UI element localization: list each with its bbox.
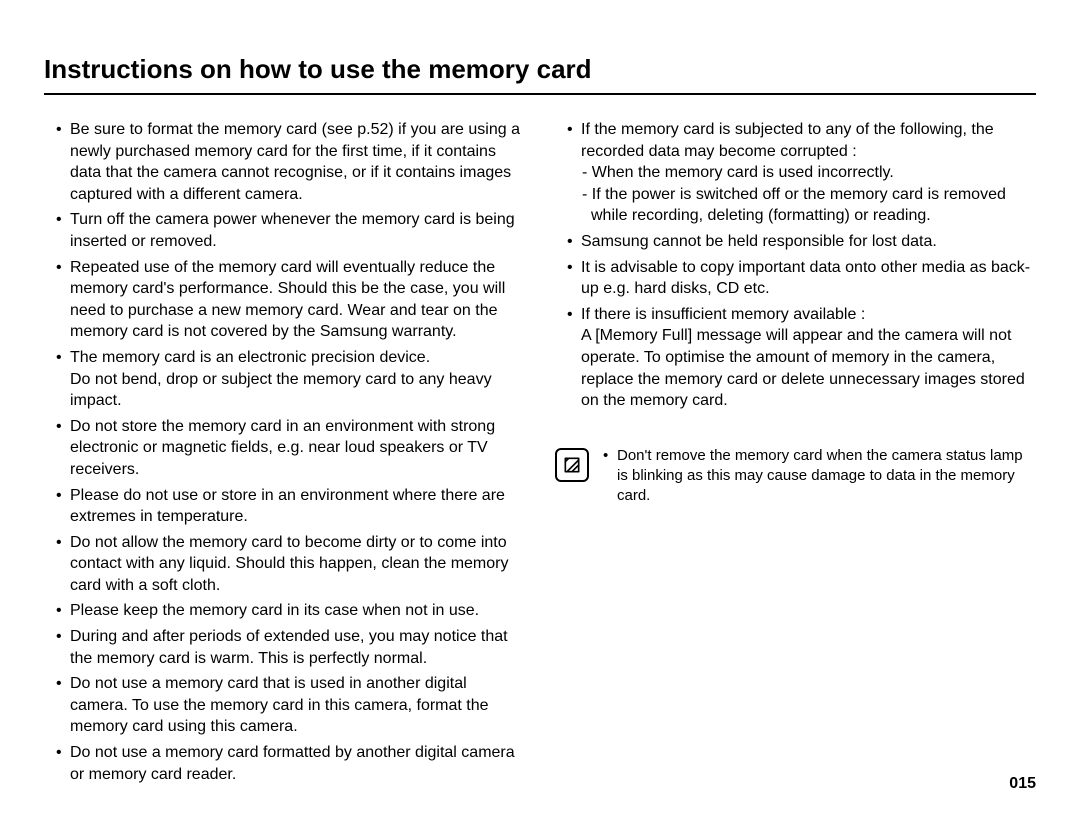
note-text: Don't remove the memory card when the ca…	[603, 446, 1036, 511]
list-item: Please keep the memory card in its case …	[56, 600, 525, 622]
list-item: Repeated use of the memory card will eve…	[56, 257, 525, 343]
note-box: Don't remove the memory card when the ca…	[555, 446, 1036, 511]
list-item: If the memory card is subjected to any o…	[567, 119, 1036, 227]
list-item: The memory card is an electronic precisi…	[56, 347, 525, 412]
list-item-text: Do not use a memory card formatted by an…	[70, 744, 515, 783]
list-item: During and after periods of extended use…	[56, 626, 525, 669]
list-item: Be sure to format the memory card (see p…	[56, 119, 525, 205]
list-item-text: Do not use a memory card that is used in…	[70, 675, 489, 735]
list-item-text: Please keep the memory card in its case …	[70, 602, 479, 619]
list-item-text: Turn off the camera power whenever the m…	[70, 211, 515, 250]
content-columns: Be sure to format the memory card (see p…	[44, 119, 1036, 789]
list-item-text: Do not allow the memory card to become d…	[70, 534, 508, 594]
list-item: Do not use a memory card formatted by an…	[56, 742, 525, 785]
list-item-text: During and after periods of extended use…	[70, 628, 508, 667]
list-item-text: Please do not use or store in an environ…	[70, 487, 505, 526]
list-item: Samsung cannot be held responsible for l…	[567, 231, 1036, 253]
list-item: Do not use a memory card that is used in…	[56, 673, 525, 738]
list-item: Turn off the camera power whenever the m…	[56, 209, 525, 252]
list-item-text: The memory card is an electronic precisi…	[70, 349, 430, 366]
note-item: Don't remove the memory card when the ca…	[603, 446, 1036, 507]
list-item-dash: - When the memory card is used incorrect…	[581, 162, 1036, 184]
list-item-text: Samsung cannot be held responsible for l…	[581, 233, 937, 250]
list-item-text: Be sure to format the memory card (see p…	[70, 121, 520, 203]
list-item: Do not allow the memory card to become d…	[56, 532, 525, 597]
list-item: If there is insufficient memory availabl…	[567, 304, 1036, 412]
list-item: Please do not use or store in an environ…	[56, 485, 525, 528]
list-item-text: Repeated use of the memory card will eve…	[70, 259, 505, 341]
page-title: Instructions on how to use the memory ca…	[44, 54, 1036, 95]
right-column: If the memory card is subjected to any o…	[555, 119, 1036, 789]
list-item-dash: - If the power is switched off or the me…	[581, 184, 1036, 227]
list-item-sub: A [Memory Full] message will appear and …	[581, 325, 1036, 411]
list-item: It is advisable to copy important data o…	[567, 257, 1036, 300]
left-column: Be sure to format the memory card (see p…	[44, 119, 525, 789]
list-item-sub: Do not bend, drop or subject the memory …	[70, 369, 525, 412]
list-item-text: If there is insufficient memory availabl…	[581, 306, 865, 323]
page-number: 015	[1009, 775, 1036, 793]
note-icon	[555, 448, 589, 482]
list-item: Do not store the memory card in an envir…	[56, 416, 525, 481]
list-item-text: It is advisable to copy important data o…	[581, 259, 1030, 298]
list-item-text: Do not store the memory card in an envir…	[70, 418, 495, 478]
list-item-text: If the memory card is subjected to any o…	[581, 121, 994, 160]
